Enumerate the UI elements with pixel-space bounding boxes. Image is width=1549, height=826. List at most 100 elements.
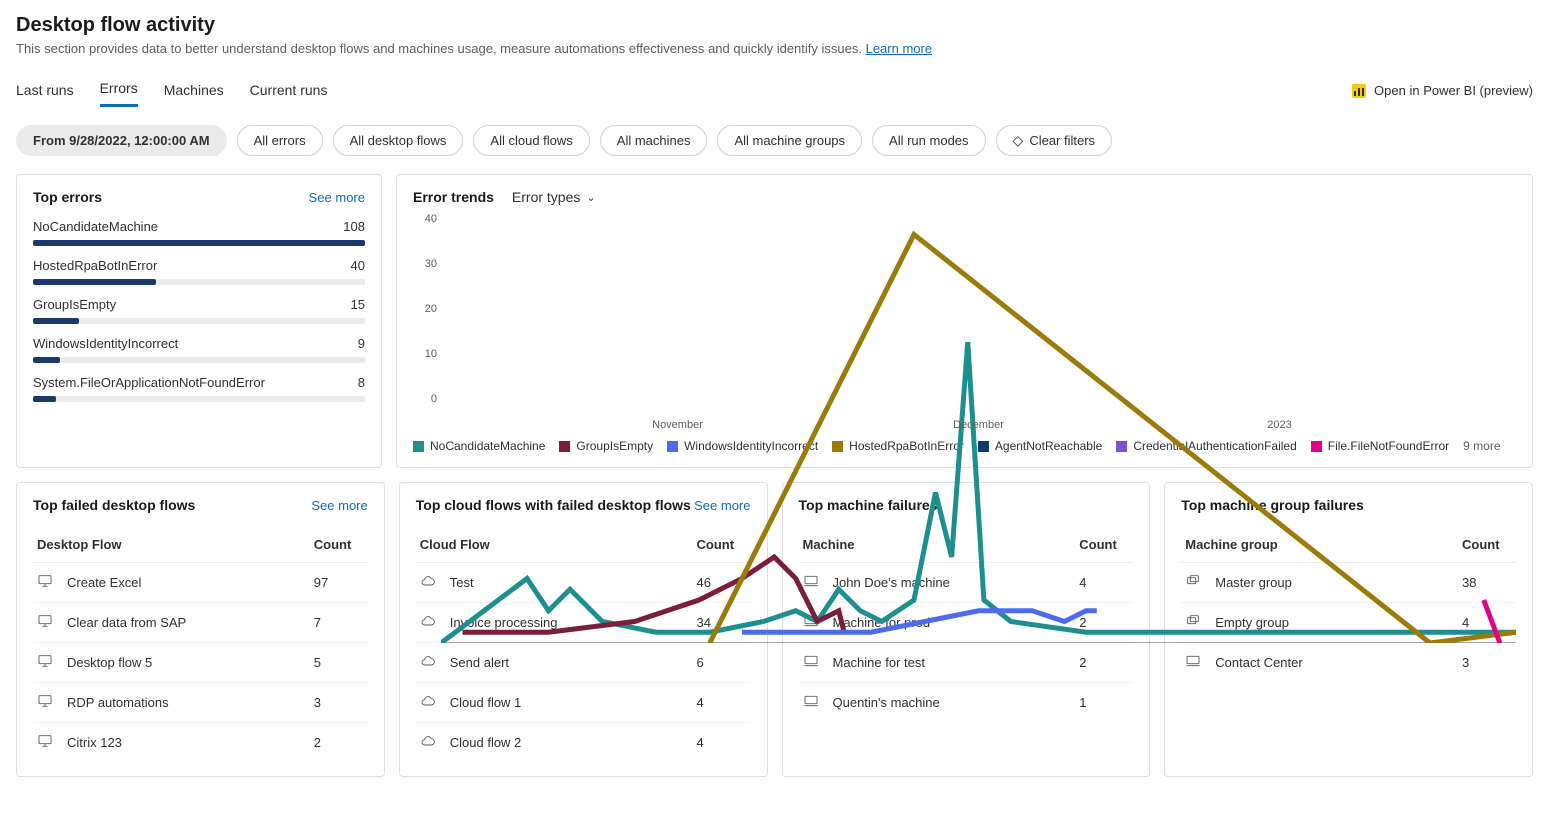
top-error-row[interactable]: GroupIsEmpty 15 (33, 297, 365, 324)
table-row[interactable]: Cloud flow 2 4 (416, 723, 751, 762)
column-header-count: Count (314, 537, 364, 552)
eraser-icon: ◇ (1013, 132, 1024, 149)
table-row[interactable]: Clear data from SAP 7 (33, 603, 368, 643)
column-header-name: Desktop Flow (37, 537, 314, 552)
table-row[interactable]: Cloud flow 1 4 (416, 683, 751, 723)
row-count: 1 (1079, 695, 1129, 710)
bar-fill (33, 396, 56, 402)
bar-fill (33, 357, 60, 363)
row-name: Send alert (450, 655, 697, 670)
cloud-flow-icon (420, 653, 450, 672)
clear-filters-button[interactable]: ◇ Clear filters (996, 125, 1113, 156)
filter-chip-all-machines[interactable]: All machines (600, 125, 708, 156)
y-tick: 40 (425, 213, 437, 225)
row-count: 4 (697, 735, 747, 750)
top-error-row[interactable]: HostedRpaBotInError 40 (33, 258, 365, 285)
error-trends-title: Error trends (413, 189, 494, 205)
bar-track (33, 279, 365, 285)
filter-chip-all-machine-groups[interactable]: All machine groups (717, 125, 862, 156)
tab-machines[interactable]: Machines (164, 76, 224, 106)
top-failed-desktop-flows-card: Top failed desktop flows See more Deskto… (16, 482, 385, 777)
table-row[interactable]: Contact Center 3 (1181, 643, 1516, 682)
bar-fill (33, 279, 156, 285)
top-error-row[interactable]: WindowsIdentityIncorrect 9 (33, 336, 365, 363)
y-tick: 30 (425, 258, 437, 270)
clear-filters-label: Clear filters (1029, 133, 1095, 148)
y-tick: 20 (425, 303, 437, 315)
table-row[interactable]: Quentin's machine 1 (799, 683, 1134, 722)
learn-more-link[interactable]: Learn more (866, 41, 932, 56)
row-count: 4 (697, 695, 747, 710)
error-name: System.FileOrApplicationNotFoundError (33, 375, 265, 390)
x-tick: December (953, 419, 1004, 431)
row-name: Citrix 123 (67, 735, 314, 750)
row-count: 5 (314, 655, 364, 670)
failed-desktop-see-more[interactable]: See more (311, 498, 367, 513)
filter-chip-all-desktop-flows[interactable]: All desktop flows (333, 125, 464, 156)
error-trends-card: Error trends Error types ⌄ 40 30 20 10 0 Nov… (396, 174, 1533, 468)
error-trends-chart: 40 30 20 10 0 November December 2023 (413, 213, 1516, 433)
filter-chip-all-run-modes[interactable]: All run modes (872, 125, 985, 156)
x-tick: November (652, 419, 703, 431)
desktop-flow-icon (37, 573, 67, 592)
machine-icon (803, 693, 833, 712)
bar-track (33, 318, 365, 324)
error-count: 8 (358, 375, 365, 390)
error-count: 108 (343, 219, 365, 234)
tab-last-runs[interactable]: Last runs (16, 76, 74, 106)
series-line (710, 235, 1516, 644)
desktop-flow-icon (37, 613, 67, 632)
error-name: GroupIsEmpty (33, 297, 116, 312)
page-title: Desktop flow activity (16, 14, 1533, 37)
top-errors-see-more[interactable]: See more (309, 190, 365, 205)
table-row[interactable]: Machine for test 2 (799, 643, 1134, 683)
machine-icon (1185, 653, 1215, 672)
bar-fill (33, 240, 365, 246)
series-line (742, 611, 1097, 633)
dropdown-label: Error types (512, 189, 580, 205)
series-line (463, 557, 845, 632)
open-in-power-bi-link[interactable]: Open in Power BI (preview) (1352, 83, 1533, 98)
error-types-dropdown[interactable]: Error types ⌄ (512, 189, 596, 205)
bar-fill (33, 318, 79, 324)
error-count: 15 (351, 297, 365, 312)
power-bi-label: Open in Power BI (preview) (1374, 83, 1533, 98)
tab-bar: Last runs Errors Machines Current runs (16, 74, 327, 107)
filter-bar: From 9/28/2022, 12:00:00 AM All errors Al… (16, 125, 1533, 156)
tab-errors[interactable]: Errors (100, 74, 138, 107)
table-row[interactable]: Create Excel 97 (33, 563, 368, 603)
tab-current-runs[interactable]: Current runs (250, 76, 328, 106)
series-line (441, 342, 1516, 643)
table-row[interactable]: Citrix 123 2 (33, 723, 368, 762)
row-count: 6 (697, 655, 747, 670)
bar-track (33, 396, 365, 402)
desktop-flow-icon (37, 653, 67, 672)
subtitle-text: This section provides data to better und… (16, 41, 862, 56)
row-count: 97 (314, 575, 364, 590)
table-row[interactable]: Send alert 6 (416, 643, 751, 683)
row-name: RDP automations (67, 695, 314, 710)
machine-icon (803, 653, 833, 672)
filter-chip-all-cloud-flows[interactable]: All cloud flows (473, 125, 589, 156)
filter-chip-all-errors[interactable]: All errors (237, 125, 323, 156)
table-row[interactable]: Desktop flow 5 5 (33, 643, 368, 683)
top-error-row[interactable]: NoCandidateMachine 108 (33, 219, 365, 246)
error-count: 9 (358, 336, 365, 351)
top-error-row[interactable]: System.FileOrApplicationNotFoundError 8 (33, 375, 365, 402)
error-name: NoCandidateMachine (33, 219, 158, 234)
row-name: Clear data from SAP (67, 615, 314, 630)
date-filter-chip[interactable]: From 9/28/2022, 12:00:00 AM (16, 125, 227, 156)
bar-track (33, 240, 365, 246)
y-tick: 10 (425, 348, 437, 360)
row-name: Create Excel (67, 575, 314, 590)
row-name: Desktop flow 5 (67, 655, 314, 670)
x-tick: 2023 (1267, 419, 1291, 431)
row-name: Contact Center (1215, 655, 1462, 670)
row-count: 3 (314, 695, 364, 710)
power-bi-icon (1352, 84, 1366, 98)
table-row[interactable]: RDP automations 3 (33, 683, 368, 723)
error-name: WindowsIdentityIncorrect (33, 336, 178, 351)
error-name: HostedRpaBotInError (33, 258, 157, 273)
legend-swatch (413, 441, 424, 452)
y-tick: 0 (431, 393, 437, 405)
